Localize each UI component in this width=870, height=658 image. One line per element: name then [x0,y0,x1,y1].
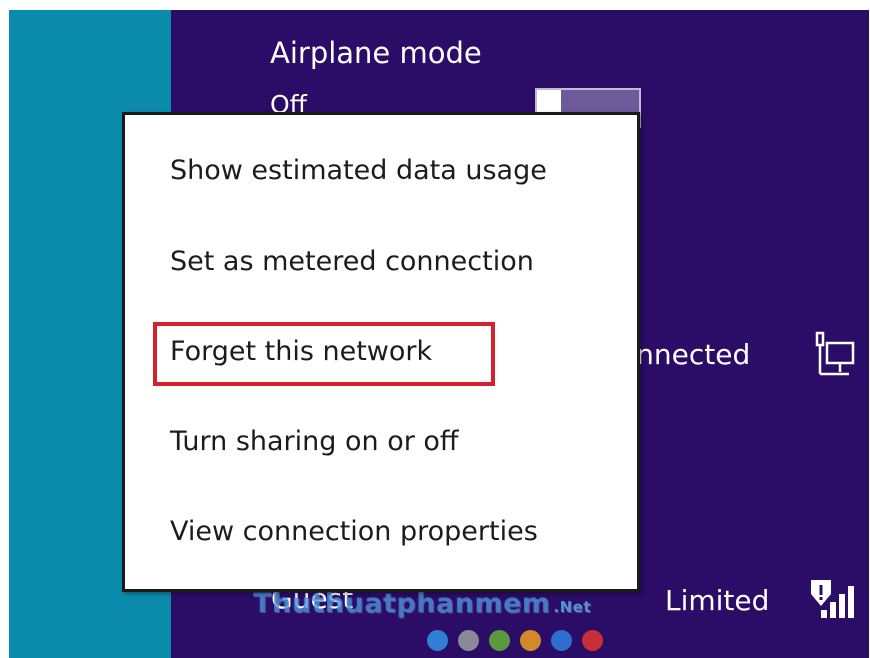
watermark-dot [551,630,572,651]
menu-item-view-connection-properties[interactable]: View connection properties [170,516,538,547]
watermark-suffix: .Net [553,598,592,616]
ethernet-icon [815,331,855,376]
watermark-main: Thuthuatphanmem [253,588,551,619]
menu-item-turn-sharing-on-or-off[interactable]: Turn sharing on or off [170,426,459,457]
airplane-mode-title: Airplane mode [270,36,482,70]
menu-item-set-as-metered-connection[interactable]: Set as metered connection [170,246,534,277]
network-settings-screen: Airplane mode Off onnected Guest Limited… [9,10,869,658]
watermark-dots [427,630,603,652]
watermark-dot [582,630,603,651]
highlight-annotation-box [153,322,495,386]
watermark-dot [458,630,479,651]
watermark-text: Thuthuatphanmem .Net [253,588,591,619]
watermark-dot [489,630,510,651]
network-status-limited[interactable]: Limited [665,584,769,617]
watermark-dot [520,630,541,651]
watermark-dot [427,630,448,651]
menu-item-show-estimated-data-usage[interactable]: Show estimated data usage [170,155,547,186]
wifi-signal-warning-icon [811,580,854,618]
